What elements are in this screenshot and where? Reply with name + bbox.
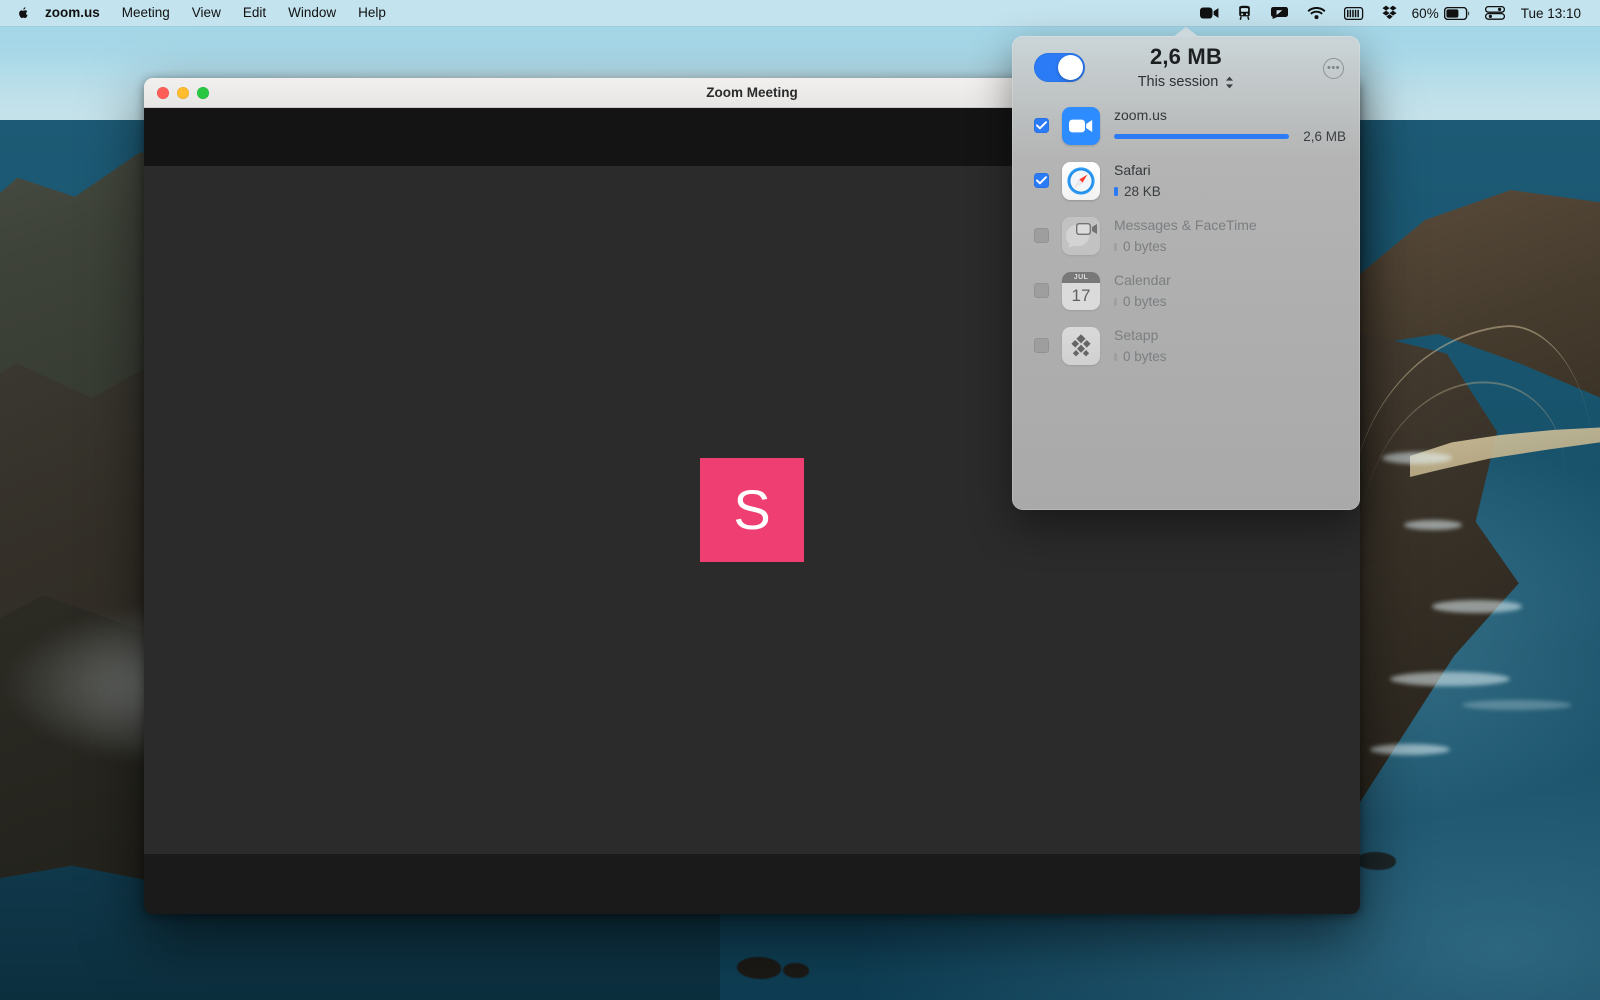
app-name-label: zoom.us <box>1114 107 1167 123</box>
app-name-label: Safari <box>1114 162 1151 178</box>
setapp-app-icon <box>1062 326 1100 365</box>
safari-app-icon <box>1062 161 1100 200</box>
app-name-label: Messages & FaceTime <box>1114 217 1257 233</box>
app-usage-list: zoom.us 2,6 MB Safari 28 KB Messages & F… <box>1012 98 1360 379</box>
usage-bar-fill <box>1114 187 1118 196</box>
menu-bar: zoom.us Meeting View Edit Window Help 60… <box>0 0 1600 26</box>
usage-bar-fill <box>1114 242 1117 251</box>
messages-facetime-app-icon <box>1062 216 1100 255</box>
wallpaper-surf <box>1432 600 1522 613</box>
app-size-label: 2,6 MB <box>1303 129 1346 144</box>
app-size-label: 28 KB <box>1124 184 1161 199</box>
apple-logo-icon[interactable] <box>12 5 34 21</box>
setapp-logo-tile: S <box>700 458 804 562</box>
battery-meter-icon[interactable] <box>1335 2 1373 24</box>
list-item[interactable]: JUL 17 Calendar 0 bytes <box>1012 263 1360 318</box>
list-item[interactable]: Safari 28 KB <box>1012 153 1360 208</box>
app-checkbox-safari[interactable] <box>1034 173 1049 188</box>
wifi-icon[interactable] <box>1298 2 1335 24</box>
app-checkbox-zoom[interactable] <box>1034 118 1049 133</box>
wallpaper-surf <box>1370 744 1450 755</box>
app-info: Calendar 0 bytes <box>1114 272 1346 309</box>
calendar-app-icon: JUL 17 <box>1062 271 1100 310</box>
app-usage-meter: 2,6 MB <box>1114 129 1346 144</box>
menu-bar-left: zoom.us Meeting View Edit Window Help <box>0 3 397 23</box>
wallpaper-rock <box>1356 852 1396 870</box>
wallpaper-rock <box>783 963 809 978</box>
app-size-label: 0 bytes <box>1123 294 1167 309</box>
wallpaper-surf <box>1404 520 1462 530</box>
usage-bar-fill <box>1114 134 1290 139</box>
wallpaper-rock <box>737 957 781 979</box>
app-usage-meter: 0 bytes <box>1114 294 1346 309</box>
usage-bar-fill <box>1114 297 1117 306</box>
menu-app-name[interactable]: zoom.us <box>34 3 111 23</box>
app-checkbox-setapp[interactable] <box>1034 338 1049 353</box>
list-item[interactable]: Setapp 0 bytes <box>1012 318 1360 373</box>
wallpaper-surf <box>1390 672 1510 686</box>
menu-item-window[interactable]: Window <box>277 3 347 23</box>
app-name-label: Setapp <box>1114 327 1159 343</box>
wallpaper-surf <box>1382 452 1452 464</box>
control-center-icon[interactable] <box>1476 2 1514 24</box>
app-usage-meter: 0 bytes <box>1114 239 1346 254</box>
usage-bar-track <box>1114 134 1290 139</box>
app-usage-meter: 28 KB <box>1114 184 1346 199</box>
meeting-bottom-toolbar[interactable] <box>144 854 1360 914</box>
menubar-clock[interactable]: Tue 13:10 <box>1514 6 1588 21</box>
app-size-label: 0 bytes <box>1123 239 1167 254</box>
calendar-day-label: 17 <box>1071 286 1091 305</box>
screen-share-icon[interactable] <box>1261 2 1298 24</box>
tripmode-icon[interactable] <box>1228 2 1261 24</box>
ellipsis-icon[interactable]: ••• <box>1323 58 1344 79</box>
menu-item-meeting[interactable]: Meeting <box>111 3 181 23</box>
app-size-label: 0 bytes <box>1123 349 1167 364</box>
app-info: Setapp 0 bytes <box>1114 327 1346 364</box>
menu-item-view[interactable]: View <box>181 3 232 23</box>
calendar-month-label: JUL <box>1062 271 1100 283</box>
dropbox-icon[interactable] <box>1373 2 1406 24</box>
app-info: zoom.us 2,6 MB <box>1114 107 1346 144</box>
menu-bar-status-area: 60% Tue 13:10 <box>1191 2 1600 24</box>
list-item[interactable]: Messages & FaceTime 0 bytes <box>1012 208 1360 263</box>
battery-status[interactable]: 60% <box>1406 6 1476 21</box>
panel-header: 2,6 MB This session ••• <box>1012 36 1360 98</box>
app-info: Safari 28 KB <box>1114 162 1346 199</box>
list-item[interactable]: zoom.us 2,6 MB <box>1012 98 1360 153</box>
tripmode-popover-panel[interactable]: 2,6 MB This session ••• zoom.us 2,6 MB S… <box>1012 27 1360 510</box>
session-selector[interactable]: This session <box>1012 74 1360 90</box>
app-info: Messages & FaceTime 0 bytes <box>1114 217 1346 254</box>
usage-bar-fill <box>1114 352 1117 361</box>
total-usage-label: 2,6 MB <box>1149 44 1223 69</box>
app-usage-meter: 0 bytes <box>1114 349 1346 364</box>
zoom-video-icon[interactable] <box>1191 2 1228 24</box>
app-name-label: Calendar <box>1114 272 1171 288</box>
battery-percent-label: 60% <box>1411 5 1439 21</box>
session-label: This session <box>1137 74 1219 90</box>
stepper-updown-icon[interactable] <box>1225 76 1234 89</box>
app-checkbox-calendar[interactable] <box>1034 283 1049 298</box>
menu-item-edit[interactable]: Edit <box>232 3 277 23</box>
menu-item-help[interactable]: Help <box>347 3 397 23</box>
app-checkbox-messages-facetime[interactable] <box>1034 228 1049 243</box>
wallpaper-surf <box>1462 700 1572 710</box>
battery-shell-icon <box>1443 6 1469 20</box>
zoom-app-icon <box>1062 106 1100 145</box>
